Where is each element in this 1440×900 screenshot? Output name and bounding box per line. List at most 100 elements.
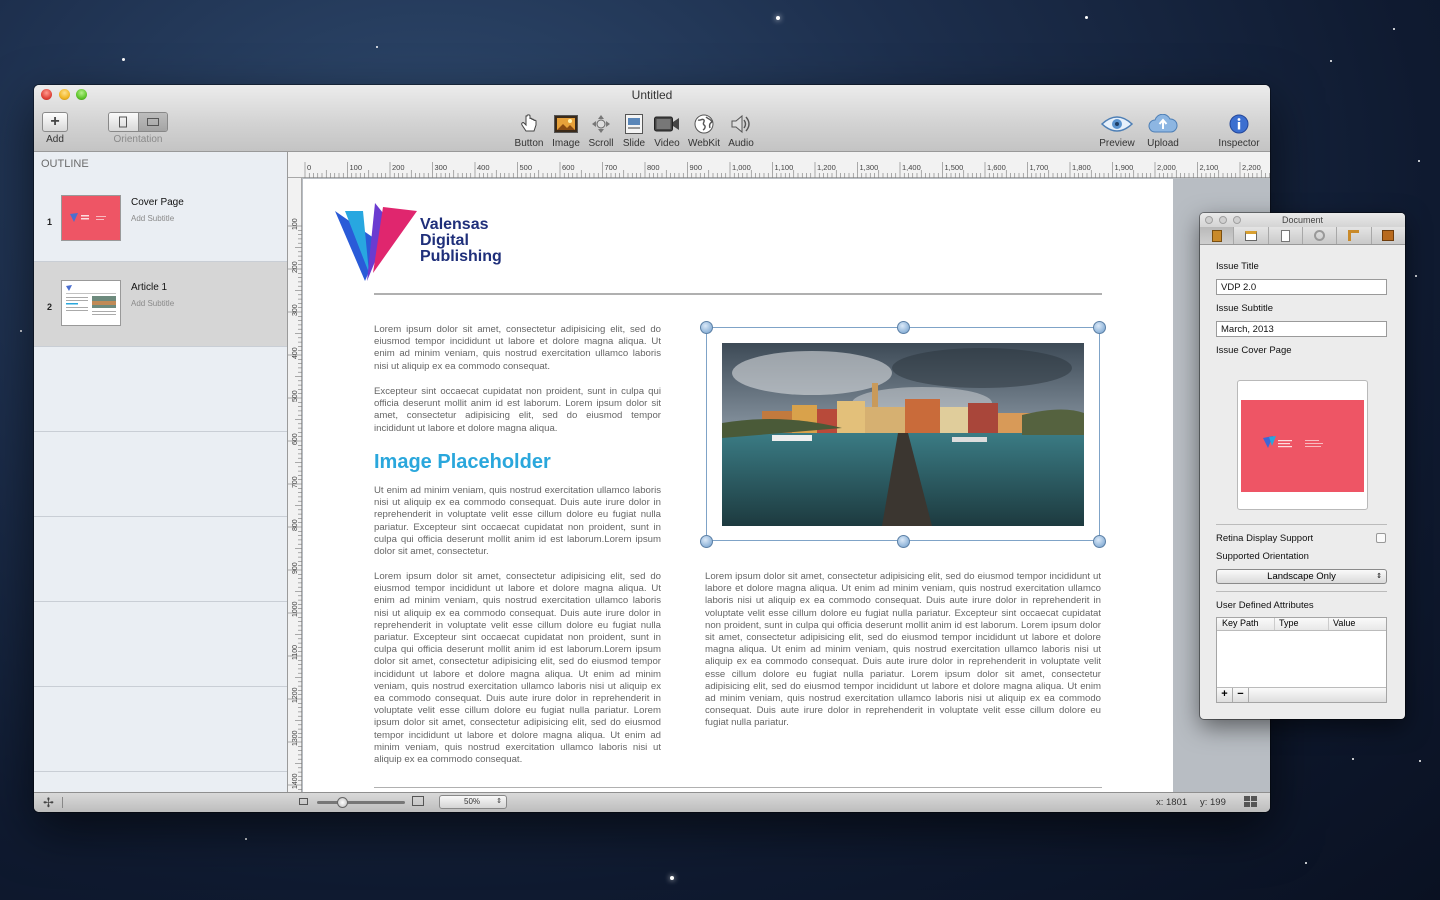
body-paragraph[interactable]: Excepteur sint occaecat cupidatat non pr… bbox=[374, 386, 661, 435]
cursor-x-readout: x: 1801 bbox=[1156, 797, 1188, 808]
cover-page-label: Issue Cover Page bbox=[1216, 345, 1292, 356]
outline-empty-row bbox=[34, 602, 287, 687]
body-paragraph[interactable]: Lorem ipsum dolor sit amet, consectetur … bbox=[705, 571, 1101, 730]
column-key-path[interactable]: Key Path bbox=[1217, 618, 1275, 630]
eye-icon bbox=[1100, 112, 1134, 136]
ruler-label: 600 bbox=[292, 433, 299, 445]
ruler-label: 1000 bbox=[292, 601, 299, 617]
preview-button[interactable]: Preview bbox=[1097, 112, 1137, 149]
ruler-label: 1,600 bbox=[987, 163, 1006, 172]
outline-sidebar: OUTLINE 1 Cover Page Add Subtitle 2 Arti… bbox=[34, 152, 288, 792]
ruler-label: 900 bbox=[292, 562, 299, 574]
document-page[interactable]: Valensas Digital Publishing Lorem ipsum … bbox=[303, 179, 1173, 792]
image-icon bbox=[553, 112, 579, 136]
upload-label: Upload bbox=[1147, 138, 1179, 149]
webkit-tool[interactable]: WebKit bbox=[686, 112, 722, 149]
remove-attribute-button[interactable]: − bbox=[1233, 688, 1249, 702]
ruler-label: 400 bbox=[477, 163, 490, 172]
outline-page-article[interactable]: 2 Article 1 Add Subtitle bbox=[34, 262, 287, 347]
slide-tool[interactable]: Slide bbox=[617, 112, 651, 149]
page-subtitle[interactable]: Add Subtitle bbox=[131, 299, 174, 308]
tab-text[interactable] bbox=[1269, 227, 1303, 244]
body-paragraph[interactable]: Lorem ipsum dolor sit amet, consectetur … bbox=[374, 571, 661, 766]
portrait-toggle[interactable] bbox=[109, 113, 138, 131]
image-placeholder-frame[interactable] bbox=[706, 327, 1100, 541]
ruler-label: 200 bbox=[292, 261, 299, 273]
tab-geometry[interactable] bbox=[1337, 227, 1372, 244]
audio-tool[interactable]: Audio bbox=[724, 112, 758, 149]
link-icon bbox=[1314, 230, 1326, 241]
attributes-table[interactable]: Key Path Type Value + − bbox=[1216, 617, 1387, 703]
close-panel-button[interactable] bbox=[1205, 216, 1213, 224]
inspector-button[interactable]: Inspector bbox=[1214, 112, 1264, 149]
add-attribute-button[interactable]: + bbox=[1217, 688, 1233, 702]
tab-metadata[interactable] bbox=[1372, 227, 1405, 244]
page-title: Cover Page bbox=[131, 197, 184, 208]
resize-handle[interactable] bbox=[897, 321, 910, 334]
orientation-select[interactable]: Landscape Only ⇕ bbox=[1216, 569, 1387, 584]
resize-handle[interactable] bbox=[1093, 535, 1106, 548]
page-subtitle[interactable]: Add Subtitle bbox=[131, 214, 174, 223]
info-icon bbox=[1226, 112, 1252, 136]
canvas-area[interactable]: 0 100 200 300 400 500 600 700 800 900 1,000 1,100 1,… bbox=[288, 152, 1270, 792]
issue-subtitle-field[interactable]: March, 2013 bbox=[1216, 321, 1387, 337]
zoom-slider[interactable] bbox=[317, 797, 405, 808]
valensas-logo-mark bbox=[335, 203, 419, 288]
zoom-select[interactable]: 50% ⇕ bbox=[439, 795, 507, 809]
resize-handle[interactable] bbox=[700, 321, 713, 334]
header-rule bbox=[374, 293, 1102, 295]
ruler-label: 1300 bbox=[292, 730, 299, 746]
tab-link[interactable] bbox=[1303, 227, 1338, 244]
upload-button[interactable]: Upload bbox=[1144, 112, 1182, 149]
zoom-panel-button[interactable] bbox=[1233, 216, 1241, 224]
minimize-panel-button[interactable] bbox=[1219, 216, 1227, 224]
zoom-out-icon[interactable] bbox=[299, 798, 308, 805]
button-tool-label: Button bbox=[514, 138, 544, 149]
zoom-in-icon[interactable] bbox=[412, 796, 424, 806]
button-tool[interactable]: Button bbox=[512, 112, 546, 149]
chevron-updown-icon: ⇕ bbox=[496, 798, 502, 805]
outline-page-cover[interactable]: 1 Cover Page Add Subtitle bbox=[34, 177, 287, 262]
harbor-photo bbox=[722, 343, 1084, 526]
column-type[interactable]: Type bbox=[1275, 618, 1329, 630]
orientation-select-value: Landscape Only bbox=[1267, 571, 1336, 582]
body-paragraph[interactable]: Ut enim ad minim veniam, quis nostrud ex… bbox=[374, 485, 661, 558]
ruler-label: 1,800 bbox=[1072, 163, 1091, 172]
resize-handle[interactable] bbox=[1093, 321, 1106, 334]
outline-empty-row bbox=[34, 687, 287, 772]
window-title: Untitled bbox=[631, 88, 673, 102]
ruler-label: 1,000 bbox=[732, 163, 751, 172]
horizontal-ruler: 0 100 200 300 400 500 600 700 800 900 1,000 1,100 1,… bbox=[288, 152, 1270, 178]
issue-title-field[interactable]: VDP 2.0 bbox=[1216, 279, 1387, 295]
cloud-upload-icon bbox=[1147, 112, 1179, 136]
vertical-ruler: 100 200 300 400 500 600 700 800 900 1000 1100 1200 1… bbox=[288, 178, 302, 792]
scroll-tool[interactable]: Scroll bbox=[584, 112, 618, 149]
ruler-label: 1,100 bbox=[775, 163, 794, 172]
body-paragraph[interactable]: Lorem ipsum dolor sit amet, consectetur … bbox=[374, 324, 661, 373]
tab-document[interactable] bbox=[1200, 227, 1235, 244]
ruler-label: 1,400 bbox=[902, 163, 921, 172]
video-tool[interactable]: Video bbox=[650, 112, 684, 149]
section-heading[interactable]: Image Placeholder bbox=[374, 451, 551, 474]
add-button[interactable]: + Add bbox=[41, 112, 69, 145]
resize-handle[interactable] bbox=[897, 535, 910, 548]
zoom-slider-knob[interactable] bbox=[337, 797, 348, 808]
tab-page[interactable] bbox=[1234, 227, 1269, 244]
add-page-button[interactable]: ✢ bbox=[43, 795, 54, 811]
grid-view-icon[interactable] bbox=[1244, 796, 1257, 807]
ruler-label: 1200 bbox=[292, 687, 299, 703]
landscape-toggle[interactable] bbox=[137, 113, 167, 131]
column-value[interactable]: Value bbox=[1329, 618, 1386, 630]
orientation-control[interactable]: Orientation bbox=[106, 112, 170, 145]
inspector-title: Document bbox=[1281, 215, 1324, 225]
outline-empty-row bbox=[34, 347, 287, 432]
resize-handle[interactable] bbox=[700, 535, 713, 548]
webkit-tool-label: WebKit bbox=[687, 138, 721, 149]
image-tool[interactable]: Image bbox=[549, 112, 583, 149]
retina-checkbox[interactable] bbox=[1376, 533, 1386, 543]
valensas-logo-text: Valensas Digital Publishing bbox=[420, 217, 502, 265]
cover-page-well[interactable] bbox=[1237, 380, 1368, 510]
hand-pointer-icon bbox=[516, 112, 542, 136]
ruler-label: 1100 bbox=[292, 645, 299, 660]
article-thumbnail bbox=[61, 280, 121, 326]
